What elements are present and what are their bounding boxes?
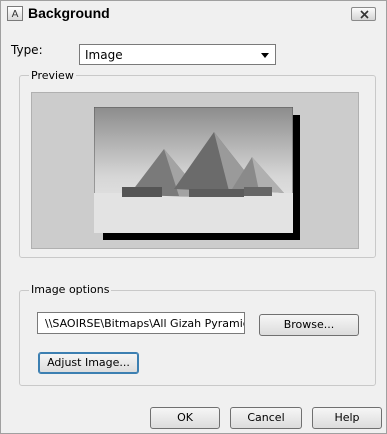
cancel-button[interactable]: Cancel (230, 407, 302, 429)
title-bar[interactable]: A Background (1, 1, 386, 27)
adjust-image-button[interactable]: Adjust Image... (38, 352, 139, 374)
preview-image-pyramids (94, 107, 293, 233)
chevron-down-icon (261, 53, 269, 58)
image-options-legend: Image options (29, 283, 112, 296)
ok-button[interactable]: OK (150, 407, 220, 429)
window-title: Background (28, 5, 110, 21)
help-button[interactable]: Help (312, 407, 382, 429)
preview-legend: Preview (29, 69, 76, 82)
browse-button[interactable]: Browse... (259, 314, 359, 336)
app-icon: A (7, 6, 23, 21)
type-dropdown[interactable]: Image (79, 44, 276, 65)
type-label: Type: (11, 43, 43, 57)
close-button[interactable] (351, 7, 376, 21)
type-selected-value: Image (85, 48, 123, 62)
background-dialog: A Background Type: Image Preview Image o… (0, 0, 387, 434)
image-path-value: \\SAOIRSE\Bitmaps\All Gizah Pyramids (45, 317, 245, 330)
close-icon (360, 10, 369, 19)
image-path-field[interactable]: \\SAOIRSE\Bitmaps\All Gizah Pyramids (37, 312, 245, 334)
